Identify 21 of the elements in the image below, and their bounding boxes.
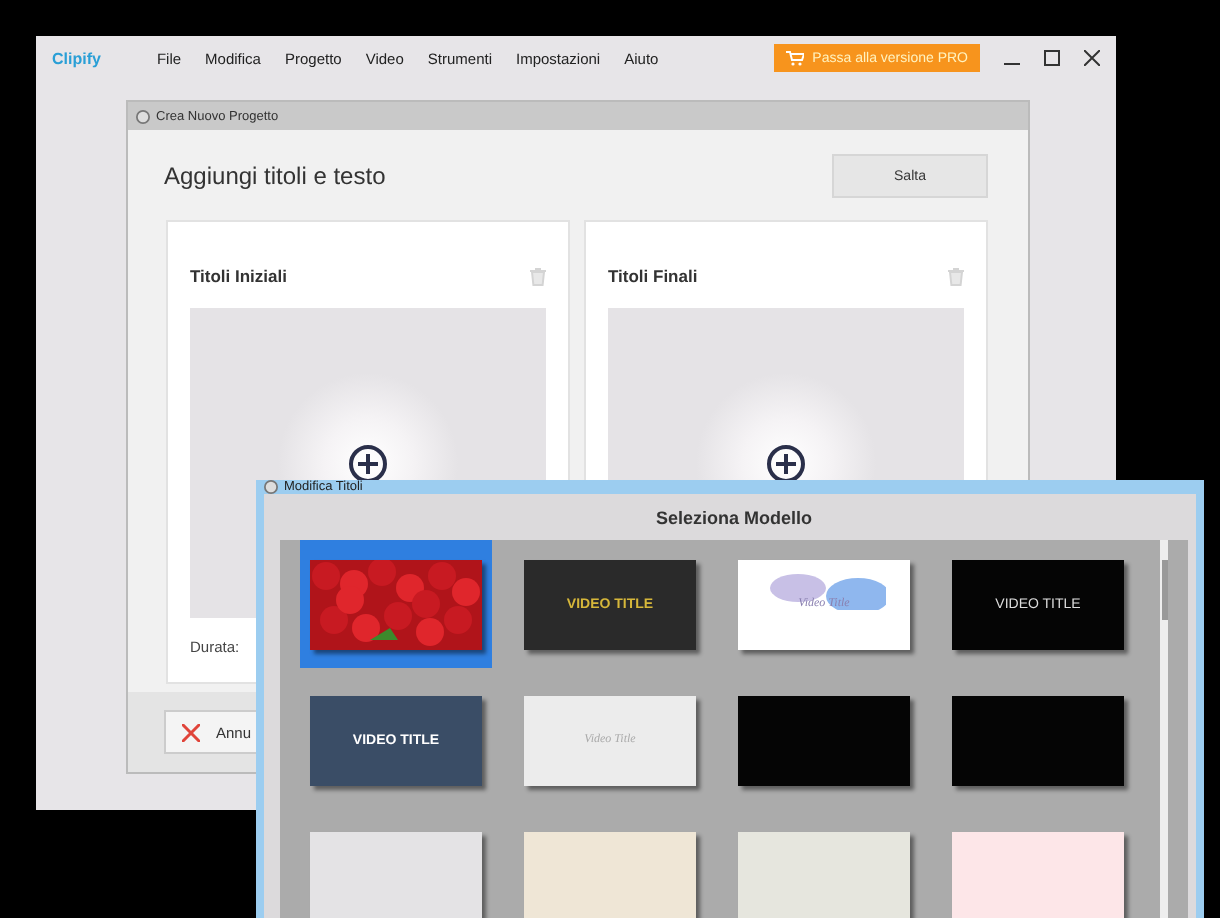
close-icon bbox=[182, 723, 200, 741]
add-icon[interactable] bbox=[766, 443, 806, 483]
template-thumbnail[interactable] bbox=[524, 831, 696, 918]
trash-icon[interactable] bbox=[948, 267, 964, 285]
template-thumbnail[interactable] bbox=[738, 831, 910, 918]
cart-icon bbox=[786, 50, 805, 66]
template-thumbnail[interactable] bbox=[952, 695, 1124, 785]
close-icon[interactable] bbox=[1084, 50, 1100, 66]
card-title: Titoli Finali bbox=[608, 266, 698, 286]
scrollbar[interactable] bbox=[1160, 540, 1168, 918]
card-title: Titoli Iniziali bbox=[190, 266, 287, 286]
section-heading: Seleziona Modello bbox=[653, 506, 814, 532]
trash-icon[interactable] bbox=[530, 267, 546, 285]
template-thumbnail[interactable] bbox=[952, 831, 1124, 918]
add-icon[interactable] bbox=[348, 443, 388, 483]
dialog-heading: Aggiungi titoli e testo bbox=[164, 162, 386, 190]
app-logo: Clipify bbox=[52, 49, 101, 67]
app-icon bbox=[136, 109, 150, 123]
maximize-icon[interactable] bbox=[1044, 50, 1060, 66]
template-thumbnail[interactable] bbox=[738, 695, 910, 785]
template-thumbnail[interactable] bbox=[310, 831, 482, 918]
